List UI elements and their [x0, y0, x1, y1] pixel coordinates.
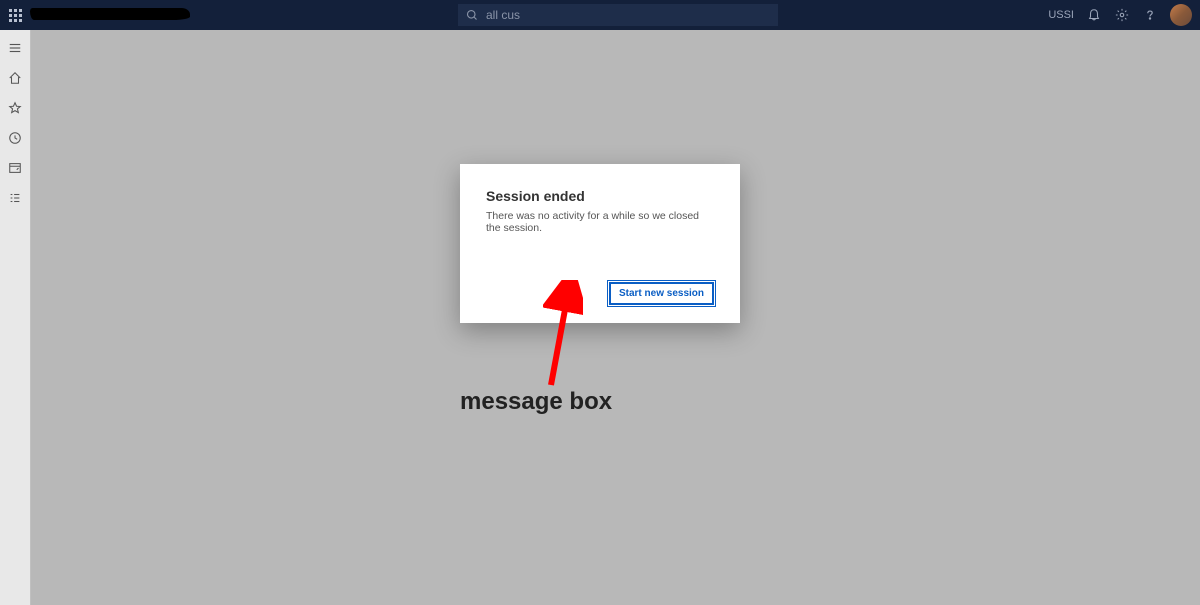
left-sidebar — [0, 30, 31, 605]
workspace-icon[interactable] — [7, 160, 23, 176]
start-new-session-button[interactable]: Start new session — [609, 282, 714, 305]
notification-icon[interactable] — [1086, 7, 1102, 23]
modules-icon[interactable] — [7, 190, 23, 206]
global-search-input[interactable]: all cus — [458, 4, 778, 26]
star-icon[interactable] — [7, 100, 23, 116]
topbar-right-group: USSI — [1048, 0, 1192, 30]
app-launcher-button[interactable] — [0, 0, 30, 30]
dialog-actions: Start new session — [486, 282, 714, 305]
session-ended-dialog: Session ended There was no activity for … — [460, 164, 740, 323]
dialog-title: Session ended — [486, 188, 714, 204]
hamburger-icon[interactable] — [7, 40, 23, 56]
entity-label[interactable]: USSI — [1048, 9, 1074, 21]
recent-icon[interactable] — [7, 130, 23, 146]
home-icon[interactable] — [7, 70, 23, 86]
help-icon[interactable] — [1142, 7, 1158, 23]
dialog-message: There was no activity for a while so we … — [486, 210, 714, 234]
search-value: all cus — [486, 8, 520, 22]
waffle-icon — [9, 9, 22, 22]
settings-icon[interactable] — [1114, 7, 1130, 23]
search-icon — [466, 9, 478, 21]
redacted-logo — [30, 8, 190, 20]
user-avatar[interactable] — [1170, 4, 1192, 26]
top-navigation-bar: all cus USSI — [0, 0, 1200, 30]
